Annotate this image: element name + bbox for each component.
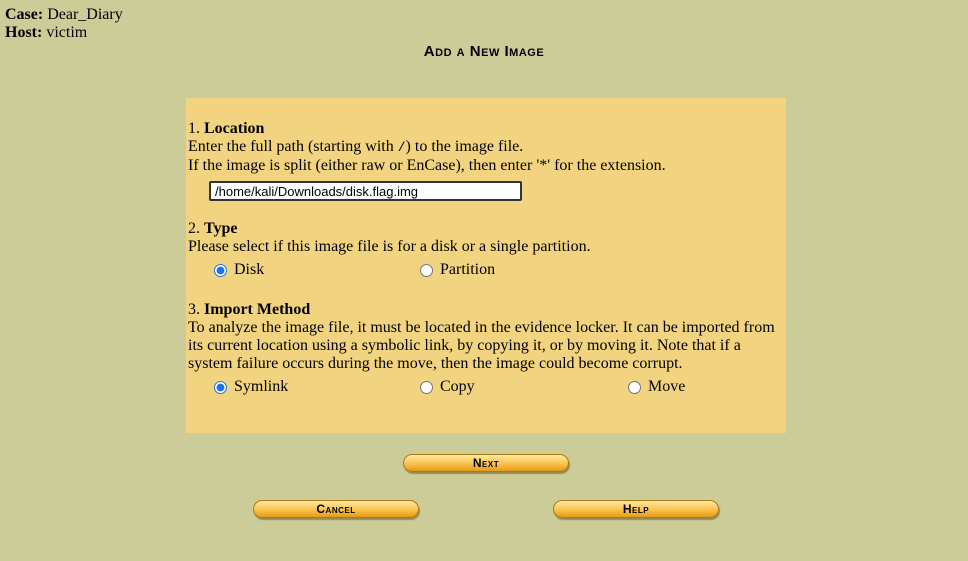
import-option-symlink[interactable]: Symlink — [214, 378, 288, 396]
location-title: Location — [204, 120, 265, 137]
host-line: Host: victim — [5, 24, 123, 42]
add-image-form: 1. Location Enter the full path (startin… — [186, 98, 786, 433]
symlink-radio[interactable] — [214, 380, 227, 394]
symlink-label: Symlink — [234, 378, 289, 395]
copy-label: Copy — [440, 378, 475, 395]
type-options: Disk Partition — [188, 261, 784, 283]
type-heading: 2. Type — [188, 220, 784, 238]
location-split-hint: If the image is split (either raw or EnC… — [188, 157, 666, 174]
location-number: 1. — [188, 120, 200, 137]
host-label: Host: — [5, 24, 43, 41]
move-radio[interactable] — [628, 380, 641, 394]
case-label: Case: — [5, 6, 44, 23]
import-option-move[interactable]: Move — [628, 378, 685, 396]
location-desc-before: Enter the full path (starting with — [188, 138, 398, 155]
import-number: 3. — [188, 301, 200, 318]
host-name: victim — [46, 24, 88, 41]
case-line: Case: Dear_Diary — [5, 6, 123, 24]
help-button[interactable]: Help — [553, 500, 719, 518]
location-heading: 1. Location — [188, 120, 784, 138]
image-path-input[interactable] — [209, 181, 522, 201]
copy-radio[interactable] — [420, 380, 433, 394]
disk-radio[interactable] — [214, 263, 227, 277]
case-name: Dear_Diary — [47, 6, 123, 23]
partition-label: Partition — [440, 261, 496, 278]
import-heading: 3. Import Method — [188, 301, 784, 319]
type-number: 2. — [188, 220, 200, 237]
disk-label: Disk — [234, 261, 265, 278]
partition-radio[interactable] — [420, 263, 433, 277]
type-section: 2. Type Please select if this image file… — [188, 220, 784, 283]
type-option-disk[interactable]: Disk — [214, 261, 264, 279]
import-section: 3. Import Method To analyze the image fi… — [188, 301, 784, 400]
type-option-partition[interactable]: Partition — [420, 261, 495, 279]
move-label: Move — [648, 378, 686, 395]
next-button[interactable]: Next — [403, 454, 569, 472]
case-info: Case: Dear_Diary Host: victim — [5, 6, 123, 42]
import-option-copy[interactable]: Copy — [420, 378, 475, 396]
location-section: 1. Location Enter the full path (startin… — [188, 120, 784, 201]
import-options: Symlink Copy Move — [188, 378, 784, 400]
add-image-page: Case: Dear_Diary Host: victim Add a New … — [0, 0, 968, 561]
type-title: Type — [204, 220, 238, 237]
import-description: To analyze the image file, it must be lo… — [188, 319, 775, 372]
location-desc-after: ) to the image file. — [405, 138, 524, 155]
location-desc-code: / — [397, 140, 406, 155]
import-title: Import Method — [204, 301, 311, 318]
type-description: Please select if this image file is for … — [188, 238, 591, 255]
page-title: Add a New Image — [423, 43, 545, 60]
cancel-button[interactable]: Cancel — [253, 500, 419, 518]
location-description: Enter the full path (starting with /) to… — [188, 138, 784, 157]
